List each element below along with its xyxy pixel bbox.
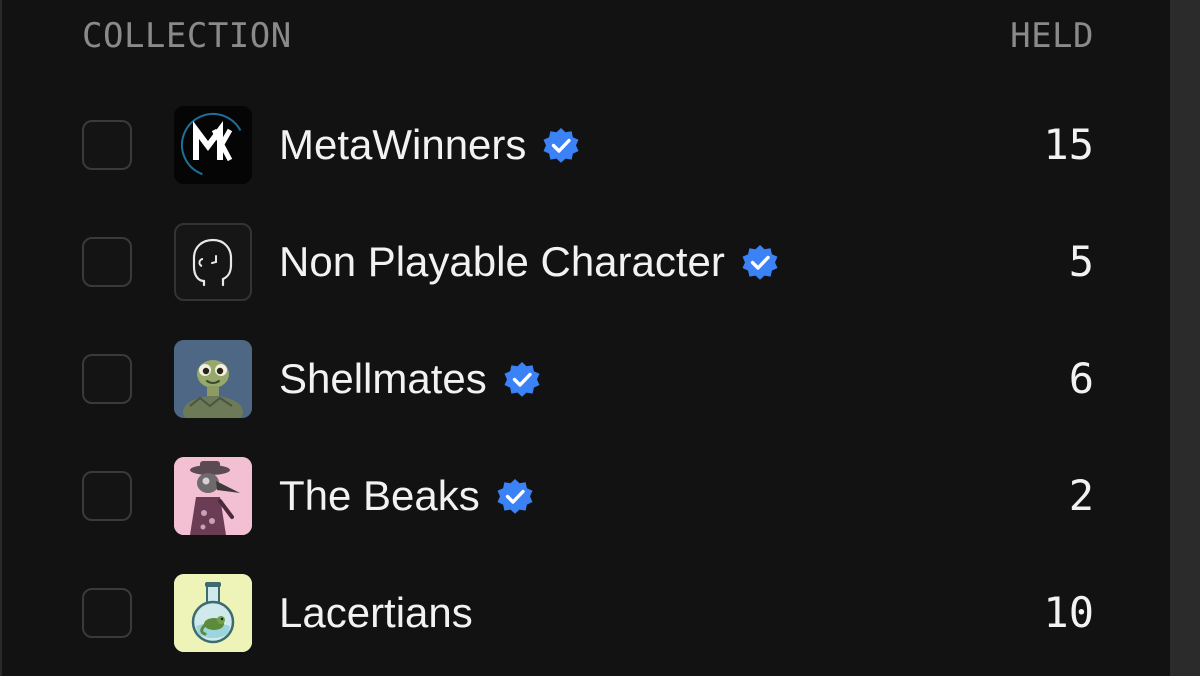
collection-row[interactable]: Lacertians 10	[2, 554, 1172, 671]
verified-badge-icon	[540, 124, 582, 166]
collection-row[interactable]: MetaWinners 15	[2, 86, 1172, 203]
verified-badge-icon	[494, 475, 536, 517]
lizard-flask-avatar-icon	[174, 573, 252, 652]
collection-name[interactable]: Non Playable Character	[279, 238, 725, 286]
collection-row[interactable]: The Beaks 2	[2, 437, 1172, 554]
npc-head-outline-icon	[174, 222, 252, 301]
held-column-header: HELD	[1010, 16, 1094, 56]
collection-checkbox[interactable]	[82, 119, 132, 170]
collection-column-header: COLLECTION	[82, 16, 292, 56]
collection-panel: COLLECTION HELD MetaWinners 15 Non Playa…	[0, 0, 1170, 676]
plague-bird-avatar-icon	[174, 456, 252, 535]
held-count: 5	[1068, 237, 1094, 286]
table-header: COLLECTION HELD	[82, 16, 1094, 56]
collection-checkbox[interactable]	[82, 587, 132, 638]
held-count: 6	[1068, 354, 1094, 403]
collection-checkbox[interactable]	[82, 470, 132, 521]
turtle-avatar-icon	[174, 339, 252, 418]
collection-row[interactable]: Non Playable Character 5	[2, 203, 1172, 320]
verified-badge-icon	[501, 358, 543, 400]
verified-badge-icon	[739, 241, 781, 283]
held-count: 15	[1043, 120, 1094, 169]
collection-name[interactable]: Lacertians	[279, 589, 473, 637]
scrollbar-track[interactable]	[1170, 0, 1200, 676]
metawinners-logo-icon	[174, 105, 252, 184]
collection-name[interactable]: MetaWinners	[279, 121, 526, 169]
collection-row[interactable]: Shellmates 6	[2, 320, 1172, 437]
held-count: 10	[1043, 588, 1094, 637]
collection-checkbox[interactable]	[82, 236, 132, 287]
held-count: 2	[1068, 471, 1094, 520]
collection-checkbox[interactable]	[82, 353, 132, 404]
collection-list: MetaWinners 15 Non Playable Character 5 …	[2, 86, 1172, 671]
collection-name[interactable]: Shellmates	[279, 355, 487, 403]
collection-name[interactable]: The Beaks	[279, 472, 480, 520]
